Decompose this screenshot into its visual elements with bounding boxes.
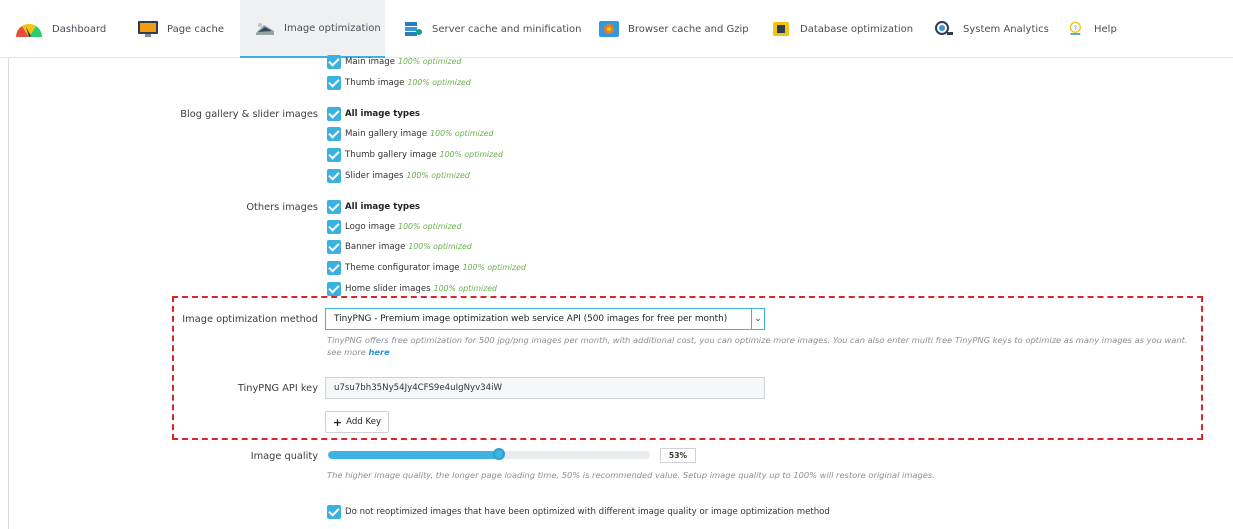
tab-browser-cache[interactable]: Browser cache and Gzip — [598, 0, 749, 58]
checkbox-label-thumb-image: Thumb image 100% optimized — [345, 78, 471, 88]
image-quality-slider-fill — [328, 451, 499, 459]
checkbox-label-home-slider-images: Home slider images 100% optimized — [345, 284, 497, 294]
tab-system-analytics-label: System Analytics — [963, 23, 1049, 35]
image-quality-slider-handle[interactable] — [493, 448, 505, 460]
help-icon: ? — [1069, 21, 1081, 35]
gauge-icon — [15, 23, 43, 37]
optimization-method-select[interactable]: TinyPNG - Premium image optimization web… — [325, 308, 765, 330]
tab-image-optimization[interactable]: Image optimization — [240, 0, 385, 58]
checkbox-label-banner-image: Banner image 100% optimized — [345, 242, 472, 252]
checkbox-banner-image[interactable] — [327, 240, 341, 254]
checkbox-home-slider-images[interactable] — [327, 282, 341, 296]
optimized-tag: 100% optimized — [433, 284, 497, 293]
checkbox-label-blog-all-types: All image types — [345, 109, 421, 119]
checkbox-label-thumb-gallery-image: Thumb gallery image 100% optimized — [345, 150, 503, 160]
tab-help[interactable]: ? Help — [1068, 0, 1117, 58]
optimized-tag: 100% optimized — [439, 150, 503, 159]
tab-server-cache[interactable]: Server cache and minification — [402, 0, 581, 58]
checkbox-thumb-gallery-image[interactable] — [327, 148, 341, 162]
analytics-icon — [935, 21, 953, 35]
optimization-method-selected: TinyPNG - Premium image optimization web… — [334, 314, 728, 324]
browser-icon — [599, 21, 619, 37]
tab-database-optimization-label: Database optimization — [800, 23, 914, 35]
tab-system-analytics[interactable]: System Analytics — [933, 0, 1049, 58]
method-help-body: TinyPNG offers free optimization for 500… — [327, 335, 1188, 357]
checkbox-label-main-gallery-image: Main gallery image 100% optimized — [345, 129, 494, 139]
main-panel — [8, 0, 1233, 529]
checkbox-main-gallery-image[interactable] — [327, 127, 341, 141]
image-icon — [256, 23, 274, 35]
checkbox-do-not-reoptimize[interactable] — [327, 505, 341, 519]
tab-browser-cache-label: Browser cache and Gzip — [628, 23, 749, 35]
checkbox-others-all-types[interactable] — [327, 200, 341, 214]
checkbox-label-others-all-types: All image types — [345, 202, 421, 212]
add-key-button[interactable]: + Add Key — [325, 411, 389, 433]
checkbox-label-main-image: Main image 100% optimized — [345, 57, 462, 67]
optimized-tag: 100% optimized — [407, 78, 471, 87]
optimization-method-label: Image optimization method — [182, 314, 318, 325]
others-images-label: Others images — [246, 202, 318, 213]
blog-gallery-label: Blog gallery & slider images — [180, 109, 318, 120]
image-quality-help-text: The higher image quality, the longer pag… — [327, 470, 935, 480]
optimized-tag: 100% optimized — [430, 129, 494, 138]
chevron-down-icon[interactable]: ⌄ — [751, 308, 765, 330]
optimized-tag: 100% optimized — [406, 171, 470, 180]
checkbox-label-do-not-reoptimize: Do not reoptimized images that have been… — [345, 507, 830, 517]
tab-dashboard[interactable]: Dashboard — [14, 0, 106, 58]
see-more-link[interactable]: here — [368, 347, 389, 357]
image-quality-value: 53% — [660, 448, 696, 463]
image-quality-slider[interactable] — [328, 451, 650, 459]
tab-page-cache-label: Page cache — [167, 23, 225, 35]
tab-dashboard-label: Dashboard — [52, 23, 107, 35]
top-navigation: Dashboard Page cache Image optimization … — [0, 0, 1233, 58]
svg-text:?: ? — [1074, 24, 1078, 32]
database-icon — [773, 22, 789, 36]
optimized-tag: 100% optimized — [462, 263, 526, 272]
method-help-text: TinyPNG offers free optimization for 500… — [327, 334, 1197, 358]
api-key-label: TinyPNG API key — [237, 383, 318, 394]
api-key-input[interactable]: u7su7bh35Ny54Jy4CFS9e4uIgNyv34iW — [325, 377, 765, 399]
monitor-icon — [138, 21, 158, 37]
add-key-label: Add Key — [346, 417, 382, 427]
tab-help-label: Help — [1094, 23, 1117, 35]
server-icon — [405, 22, 422, 36]
optimized-tag: 100% optimized — [408, 242, 472, 251]
checkbox-theme-configurator-image[interactable] — [327, 261, 341, 275]
checkbox-label-logo-image: Logo image 100% optimized — [345, 222, 462, 232]
checkbox-logo-image[interactable] — [327, 220, 341, 234]
api-key-value: u7su7bh35Ny54Jy4CFS9e4uIgNyv34iW — [334, 383, 503, 393]
plus-icon: + — [332, 415, 343, 429]
checkbox-slider-images[interactable] — [327, 169, 341, 183]
optimized-tag: 100% optimized — [398, 57, 462, 66]
tab-image-optimization-label: Image optimization — [284, 22, 381, 34]
optimized-tag: 100% optimized — [398, 222, 462, 231]
tab-database-optimization[interactable]: Database optimization — [770, 0, 913, 58]
checkbox-label-theme-configurator-image: Theme configurator image 100% optimized — [345, 263, 526, 273]
image-quality-label: Image quality — [250, 451, 318, 462]
checkbox-label-slider-images: Slider images 100% optimized — [345, 171, 470, 181]
checkbox-thumb-image[interactable] — [327, 76, 341, 90]
checkbox-main-image[interactable] — [327, 55, 341, 69]
tab-page-cache[interactable]: Page cache — [137, 0, 224, 58]
tab-server-cache-label: Server cache and minification — [432, 23, 582, 35]
checkbox-blog-all-types[interactable] — [327, 107, 341, 121]
